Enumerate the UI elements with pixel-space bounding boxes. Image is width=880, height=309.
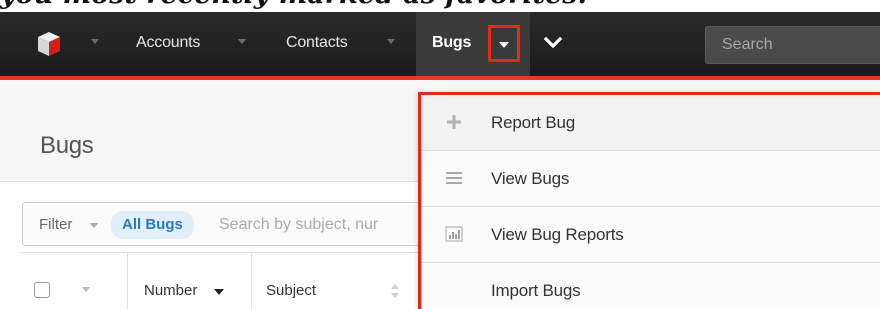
menu-item-import-bugs[interactable]: Import Bugs bbox=[421, 263, 880, 309]
column-number[interactable]: Number bbox=[128, 253, 252, 309]
menu-item-label: View Bug Reports bbox=[491, 225, 624, 244]
accounts-chevron-down-icon[interactable] bbox=[238, 39, 246, 44]
more-modules-chevron-icon[interactable] bbox=[543, 34, 563, 52]
menu-item-view-bugs[interactable]: View Bugs bbox=[421, 151, 880, 207]
filter-chevron-down-icon[interactable] bbox=[90, 223, 98, 228]
active-filter-pill[interactable]: All Bugs bbox=[111, 211, 194, 239]
menu-item-label: Import Bugs bbox=[491, 281, 581, 300]
menu-item-label: Report Bug bbox=[491, 113, 575, 132]
menu-item-report-bug[interactable]: Report Bug bbox=[421, 95, 880, 151]
select-all-checkbox[interactable] bbox=[34, 282, 50, 298]
caption-strip: you most recently marked as favorites. bbox=[0, 0, 880, 12]
sort-icon[interactable] bbox=[391, 284, 399, 298]
nav-item-bugs[interactable]: Bugs bbox=[432, 34, 471, 52]
bugs-dropdown-menu: Report Bug View Bugs View Bug Reports Im… bbox=[418, 92, 880, 309]
bugs-chevron-down-icon[interactable] bbox=[499, 42, 509, 48]
logo-chevron-down-icon[interactable] bbox=[91, 39, 99, 44]
column-subject-label[interactable]: Subject bbox=[266, 281, 316, 301]
filter-search-input[interactable]: Search by subject, nur bbox=[219, 213, 378, 237]
nav-item-accounts[interactable]: Accounts bbox=[136, 34, 200, 52]
plus-icon bbox=[447, 115, 461, 129]
column-number-label: Number bbox=[144, 282, 198, 299]
nav-item-contacts[interactable]: Contacts bbox=[286, 34, 348, 52]
filter-button[interactable]: Filter bbox=[31, 213, 72, 237]
page-title: Bugs bbox=[40, 132, 94, 159]
list-icon bbox=[446, 172, 462, 184]
caption-text: you most recently marked as favorites. bbox=[0, 0, 880, 12]
menu-item-label: View Bugs bbox=[491, 169, 570, 188]
top-navbar: Accounts Contacts Bugs Search bbox=[0, 12, 880, 76]
bar-chart-icon bbox=[445, 226, 463, 242]
sort-desc-icon[interactable] bbox=[214, 289, 224, 295]
menu-item-view-bug-reports[interactable]: View Bug Reports bbox=[421, 207, 880, 263]
filter-bar: Filter All Bugs Search by subject, nur bbox=[22, 202, 422, 246]
select-all-column bbox=[20, 253, 128, 309]
global-search-input[interactable]: Search bbox=[705, 26, 880, 64]
contacts-chevron-down-icon[interactable] bbox=[387, 39, 395, 44]
sugarcrm-logo-icon[interactable] bbox=[38, 32, 60, 56]
mass-actions-chevron-down-icon[interactable] bbox=[82, 287, 90, 292]
